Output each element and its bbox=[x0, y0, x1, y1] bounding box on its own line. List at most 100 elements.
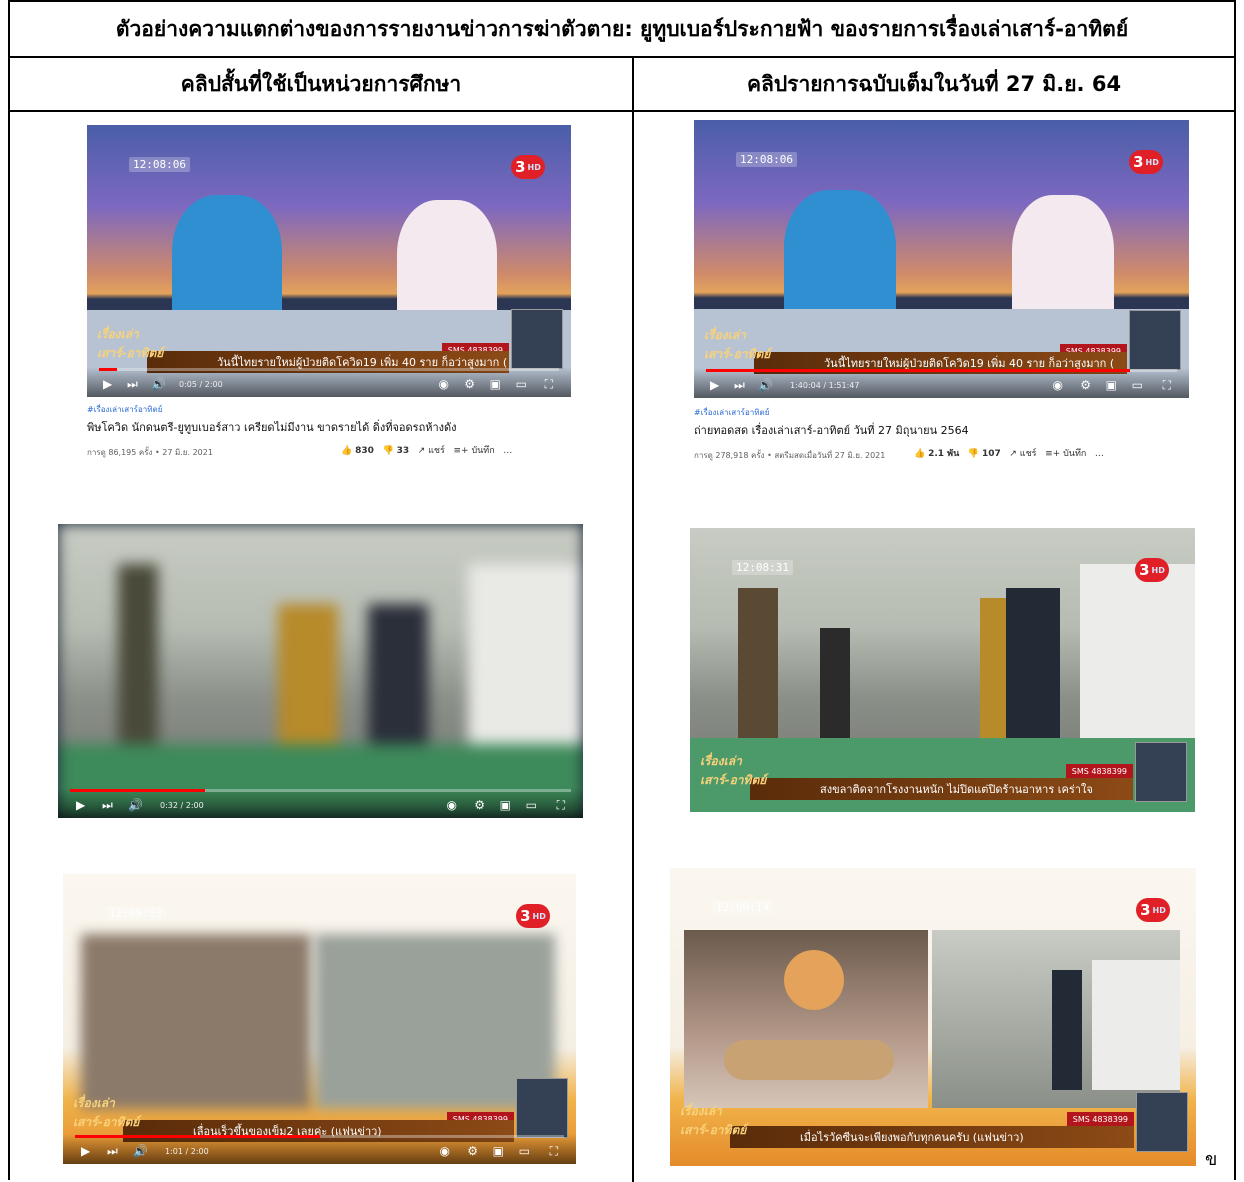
progress-fill bbox=[706, 369, 1130, 372]
more-icon[interactable]: … bbox=[503, 446, 512, 456]
miniplayer-icon[interactable]: ▣ bbox=[1106, 379, 1117, 391]
figure-1 bbox=[118, 564, 158, 744]
save-label[interactable]: บันทึก bbox=[1063, 449, 1086, 459]
autoplay-toggle-icon[interactable]: ◉ bbox=[447, 799, 457, 811]
play-icon[interactable]: ▶ bbox=[103, 378, 112, 390]
settings-icon[interactable]: ⚙ bbox=[464, 378, 475, 390]
volume-icon[interactable]: 🔊 bbox=[133, 1145, 148, 1157]
share-label[interactable]: แชร์ bbox=[428, 446, 445, 456]
autoplay-toggle-icon[interactable]: ◉ bbox=[440, 1145, 450, 1157]
player-controls: ▶ ⏭ 🔊 0:05 / 2:00 ◉ ⚙ ▣ ▭ ⛶ bbox=[87, 367, 571, 397]
miniplayer-icon[interactable]: ▣ bbox=[490, 378, 501, 390]
footnote-mark: ข bbox=[1205, 1149, 1218, 1170]
next-icon[interactable]: ⏭ bbox=[107, 1145, 118, 1157]
autoplay-toggle-icon[interactable]: ◉ bbox=[1053, 379, 1063, 391]
theater-icon[interactable]: ▭ bbox=[519, 1145, 530, 1157]
next-icon[interactable]: ⏭ bbox=[734, 379, 745, 391]
player-controls: ▶ ⏭ 🔊 0:32 / 2:00 ◉ ⚙ ▣ ▭ ⛶ bbox=[58, 788, 583, 818]
settings-icon[interactable]: ⚙ bbox=[1080, 379, 1091, 391]
channel3-logo: 3 HD bbox=[1135, 558, 1169, 582]
right-video-2[interactable]: 12:08:31 3 HD SMS 4838399 สงขลาติดจากโรงง… bbox=[690, 528, 1195, 812]
more-icon[interactable]: … bbox=[1095, 449, 1104, 459]
progress-bar[interactable] bbox=[70, 789, 571, 792]
sign-language-inset bbox=[1136, 1092, 1188, 1152]
sms-banner: SMS 4838399 bbox=[1065, 764, 1133, 778]
column-divider bbox=[632, 58, 634, 1182]
rescue-worker bbox=[1052, 970, 1082, 1090]
right-video-1-meta: #เรื่องเล่าเสาร์อาทิตย์ ถ่ายทอดสด เรื่อง… bbox=[694, 406, 1204, 466]
play-icon[interactable]: ▶ bbox=[710, 379, 719, 391]
singer-hair bbox=[784, 950, 844, 1010]
left-video-1[interactable]: 12:08:06 3 HD SMS 4838399 วันนี้ไทยรายใหม… bbox=[87, 125, 571, 397]
broadcast-clock: 12:08:06 bbox=[129, 157, 190, 172]
dislike-count: 33 bbox=[396, 446, 410, 456]
progress-bar[interactable] bbox=[99, 368, 559, 371]
dislike-icon[interactable]: 👎 bbox=[968, 449, 979, 459]
time-readout: 1:40:04 / 1:51:47 bbox=[790, 381, 860, 390]
blurred-singer-panel bbox=[81, 934, 311, 1109]
player-controls: ▶ ⏭ 🔊 1:01 / 2:00 ◉ ⚙ ▣ ▭ ⛶ bbox=[63, 1134, 576, 1164]
share-icon[interactable]: ↗ bbox=[1009, 449, 1017, 459]
channel3-logo: 3 HD bbox=[1129, 150, 1163, 174]
progress-bar[interactable] bbox=[706, 369, 1177, 372]
like-icon[interactable]: 👍 bbox=[914, 449, 925, 459]
news-ticker: เมื่อไรวัคซีนจะเพียงพอกับทุกคนครับ (แฟนข… bbox=[730, 1126, 1134, 1148]
right-video-1[interactable]: 12:08:06 3 HD SMS 4838399 วันนี้ไทยรายใหม… bbox=[694, 120, 1189, 398]
show-logo: เรื่องเล่า เสาร์-อาทิตย์ bbox=[97, 327, 164, 360]
sign-language-inset bbox=[516, 1078, 568, 1138]
theater-icon[interactable]: ▭ bbox=[516, 378, 527, 390]
fullscreen-icon[interactable]: ⛶ bbox=[1163, 379, 1171, 391]
autoplay-toggle-icon[interactable]: ◉ bbox=[439, 378, 449, 390]
left-video-1-meta: #เรื่องเล่าเสาร์อาทิตย์ พิษโควิด นักดนตร… bbox=[87, 403, 571, 463]
video-title: ถ่ายทอดสด เรื่องเล่าเสาร์-อาทิตย์ วันที่… bbox=[694, 424, 969, 437]
channel3-logo: 3 HD bbox=[1136, 898, 1170, 922]
settings-icon[interactable]: ⚙ bbox=[474, 799, 485, 811]
broadcast-clock: 12:08:06 bbox=[736, 152, 797, 167]
volume-icon[interactable]: 🔊 bbox=[758, 379, 773, 391]
progress-bar[interactable] bbox=[75, 1135, 564, 1138]
volume-icon[interactable]: 🔊 bbox=[151, 378, 166, 390]
fullscreen-icon[interactable]: ⛶ bbox=[550, 1145, 558, 1157]
dislike-icon[interactable]: 👎 bbox=[382, 446, 393, 456]
fullscreen-icon[interactable]: ⛶ bbox=[557, 799, 565, 811]
channel3-logo: 3 HD bbox=[516, 904, 550, 928]
action-bar: 👍 830 👎 33 ↗ แชร์ ≡+ บันทึก … bbox=[341, 443, 512, 457]
broadcast-clock: 12:09:14 bbox=[712, 900, 773, 915]
right-column-header: คลิปรายการฉบับเต็มในวันที่ 27 มิ.ย. 64 bbox=[746, 71, 1122, 96]
news-ticker: สงขลาติดจากโรงงานหนัก ไม่ปิดแต่ปิดร้านอา… bbox=[750, 778, 1133, 800]
progress-fill bbox=[70, 789, 206, 792]
right-video-3[interactable]: 12:09:14 3 HD SMS 4838399 เมื่อไรวัคซีนจะ… bbox=[670, 868, 1196, 1166]
header-row: คลิปสั้นที่ใช้เป็นหน่วยการศึกษา คลิปรายก… bbox=[10, 58, 1234, 112]
hashtag[interactable]: #เรื่องเล่าเสาร์อาทิตย์ bbox=[87, 403, 571, 416]
time-readout: 1:01 / 2:00 bbox=[165, 1147, 209, 1156]
like-count: 830 bbox=[355, 446, 374, 456]
hashtag[interactable]: #เรื่องเล่าเสาร์อาทิตย์ bbox=[694, 406, 1204, 419]
next-icon[interactable]: ⏭ bbox=[102, 799, 113, 811]
left-video-3[interactable]: 12:09:03 3 HD SMS 4838399 เลื่อนเร็วขึ้นข… bbox=[63, 874, 576, 1164]
fullscreen-icon[interactable]: ⛶ bbox=[545, 378, 553, 390]
miniplayer-icon[interactable]: ▣ bbox=[500, 799, 511, 811]
video-title: พิษโควิด นักดนตรี-ยูทูบเบอร์สาว เครียดไม… bbox=[87, 421, 457, 434]
share-icon[interactable]: ↗ bbox=[418, 446, 426, 456]
van bbox=[1092, 960, 1180, 1090]
theater-icon[interactable]: ▭ bbox=[526, 799, 537, 811]
save-icon[interactable]: ≡+ bbox=[1045, 449, 1060, 459]
progress-fill bbox=[75, 1135, 320, 1138]
play-icon[interactable]: ▶ bbox=[76, 799, 85, 811]
save-label[interactable]: บันทึก bbox=[471, 446, 494, 456]
next-icon[interactable]: ⏭ bbox=[127, 378, 138, 390]
miniplayer-icon[interactable]: ▣ bbox=[493, 1145, 504, 1157]
share-label[interactable]: แชร์ bbox=[1020, 449, 1037, 459]
broadcast-clock: 12:08:31 bbox=[732, 560, 793, 575]
guitar bbox=[724, 1040, 894, 1080]
like-icon[interactable]: 👍 bbox=[341, 446, 352, 456]
police-officer bbox=[738, 588, 778, 748]
left-video-2[interactable]: ▶ ⏭ 🔊 0:32 / 2:00 ◉ ⚙ ▣ ▭ ⛶ bbox=[58, 524, 583, 818]
theater-icon[interactable]: ▭ bbox=[1132, 379, 1143, 391]
volume-icon[interactable]: 🔊 bbox=[128, 799, 143, 811]
sign-language-inset bbox=[1135, 742, 1187, 802]
settings-icon[interactable]: ⚙ bbox=[467, 1145, 478, 1157]
play-icon[interactable]: ▶ bbox=[81, 1145, 90, 1157]
parking-gate bbox=[820, 628, 850, 748]
save-icon[interactable]: ≡+ bbox=[453, 446, 468, 456]
